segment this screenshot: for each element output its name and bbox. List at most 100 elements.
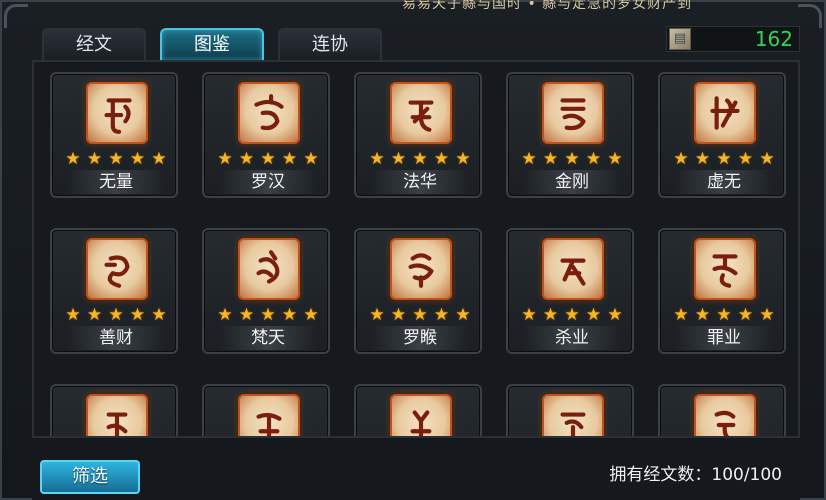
scripture-card[interactable]: ★★★★★ (506, 384, 634, 436)
scripture-card[interactable]: ★ ★ ★ ★ ★ 金刚 (506, 72, 634, 198)
rune-icon (542, 394, 604, 436)
card-name: 罗汉 (218, 170, 318, 194)
star-icon: ★ (65, 305, 81, 325)
rune-icon (390, 82, 452, 144)
star-icon: ★ (151, 149, 167, 169)
rune-icon (542, 238, 604, 300)
star-rating: ★ ★ ★ ★ ★ (216, 306, 320, 324)
rune-icon (86, 394, 148, 436)
star-icon: ★ (281, 149, 298, 169)
card-name: 杀业 (522, 326, 622, 350)
star-icon: ★ (390, 149, 407, 169)
currency-value: 162 (754, 27, 793, 51)
scripture-card[interactable]: ★ ★ ★ ★ ★ 虚无 (658, 72, 786, 198)
star-icon: ★ (716, 305, 732, 325)
star-rating: ★ ★ ★ ★ ★ (520, 306, 624, 324)
star-icon: ★ (369, 305, 385, 325)
scripture-card[interactable]: ★★★★★ (354, 384, 482, 436)
rune-icon (542, 82, 604, 144)
star-icon: ★ (217, 305, 233, 325)
scripture-card[interactable]: ★ ★ ★ ★ ★ 法华 (354, 72, 482, 198)
filter-button[interactable]: 筛选 (40, 460, 140, 494)
star-icon: ★ (759, 305, 775, 325)
currency-display: ▤ 162 (666, 26, 800, 52)
star-rating: ★ ★ ★ ★ ★ (520, 150, 624, 168)
owned-count: 拥有经文数：100/100 (609, 465, 782, 485)
rune-icon (238, 238, 300, 300)
card-grid: ★ ★ ★ ★ ★ 无量 ★ ★ ★ ★ ★ 罗汉 ★ ★ ★ ★ ★ 法华 ★ ★ ★ ★ ★ 金刚 ★ ★ ★ ★ ★ 虚无 ★ ★ ★ ★ ★… (50, 72, 786, 436)
card-name: 法华 (370, 170, 470, 194)
star-icon: ★ (607, 305, 623, 325)
rune-icon (86, 238, 148, 300)
star-icon: ★ (433, 305, 450, 325)
rune-icon (694, 82, 756, 144)
star-icon: ★ (281, 305, 298, 325)
star-icon: ★ (108, 149, 124, 169)
star-icon: ★ (607, 149, 623, 169)
window-frame: 易易天子縣与国时 • 縣与定急的罗女财产到 经文 图鉴 连协 ▤ 162 ★ ★ ★… (0, 0, 826, 500)
scripture-card[interactable]: ★ ★ ★ ★ ★ 罪业 (658, 228, 786, 354)
collection-panel[interactable]: ★ ★ ★ ★ ★ 无量 ★ ★ ★ ★ ★ 罗汉 ★ ★ ★ ★ ★ 法华 ★ ★ ★ ★ ★ 金刚 ★ ★ ★ ★ ★ 虚无 ★ ★ ★ ★ ★… (32, 60, 800, 438)
star-icon: ★ (412, 305, 428, 325)
star-icon: ★ (673, 305, 689, 325)
footer-bar: 筛选 拥有经文数：100/100 (32, 438, 800, 500)
star-icon: ★ (521, 149, 537, 169)
scripture-card[interactable]: ★★★★★ (202, 384, 330, 436)
card-name: 梵天 (218, 326, 318, 350)
star-icon: ★ (412, 149, 428, 169)
star-icon: ★ (737, 149, 754, 169)
star-icon: ★ (86, 149, 103, 169)
star-rating: ★ ★ ★ ★ ★ (64, 306, 168, 324)
star-icon: ★ (369, 149, 385, 169)
scripture-card[interactable]: ★ ★ ★ ★ ★ 罗睺 (354, 228, 482, 354)
star-icon: ★ (455, 149, 471, 169)
star-rating: ★ ★ ★ ★ ★ (216, 150, 320, 168)
card-name: 罗睺 (370, 326, 470, 350)
card-name: 善财 (66, 326, 166, 350)
tab-combo[interactable]: 连协 (278, 28, 382, 60)
scripture-card[interactable]: ★ ★ ★ ★ ★ 罗汉 (202, 72, 330, 198)
card-name: 罪业 (674, 326, 774, 350)
star-icon: ★ (673, 149, 689, 169)
star-icon: ★ (217, 149, 233, 169)
star-icon: ★ (433, 149, 450, 169)
scripture-card[interactable]: ★ ★ ★ ★ ★ 无量 (50, 72, 178, 198)
star-icon: ★ (564, 305, 580, 325)
card-name: 无量 (66, 170, 166, 194)
star-icon: ★ (129, 305, 146, 325)
star-icon: ★ (151, 305, 167, 325)
scripture-card[interactable]: ★ ★ ★ ★ ★ 善财 (50, 228, 178, 354)
tab-scriptures[interactable]: 经文 (42, 28, 146, 60)
card-name: 金刚 (522, 170, 622, 194)
star-icon: ★ (303, 305, 319, 325)
star-icon: ★ (542, 149, 559, 169)
frame-corner-right (798, 4, 822, 28)
star-icon: ★ (716, 149, 732, 169)
scripture-card[interactable]: ★ ★ ★ ★ ★ 梵天 (202, 228, 330, 354)
star-icon: ★ (542, 305, 559, 325)
rune-icon (390, 238, 452, 300)
star-icon: ★ (238, 305, 255, 325)
star-icon: ★ (455, 305, 471, 325)
scripture-card[interactable]: ★ ★ ★ ★ ★ 杀业 (506, 228, 634, 354)
star-icon: ★ (65, 149, 81, 169)
scripture-card[interactable]: ★★★★★ (658, 384, 786, 436)
tab-collection[interactable]: 图鉴 (160, 28, 264, 60)
star-rating: ★ ★ ★ ★ ★ (64, 150, 168, 168)
star-icon: ★ (238, 149, 255, 169)
rune-icon (238, 394, 300, 436)
star-icon: ★ (585, 305, 602, 325)
star-icon: ★ (260, 305, 276, 325)
star-rating: ★ ★ ★ ★ ★ (672, 150, 776, 168)
rune-icon (238, 82, 300, 144)
star-icon: ★ (86, 305, 103, 325)
card-name: 虚无 (674, 170, 774, 194)
scripture-card[interactable]: ★★★★★ (50, 384, 178, 436)
star-icon: ★ (694, 305, 711, 325)
star-icon: ★ (585, 149, 602, 169)
star-icon: ★ (260, 149, 276, 169)
star-rating: ★ ★ ★ ★ ★ (368, 150, 472, 168)
star-icon: ★ (108, 305, 124, 325)
star-icon: ★ (303, 149, 319, 169)
rune-icon (694, 238, 756, 300)
